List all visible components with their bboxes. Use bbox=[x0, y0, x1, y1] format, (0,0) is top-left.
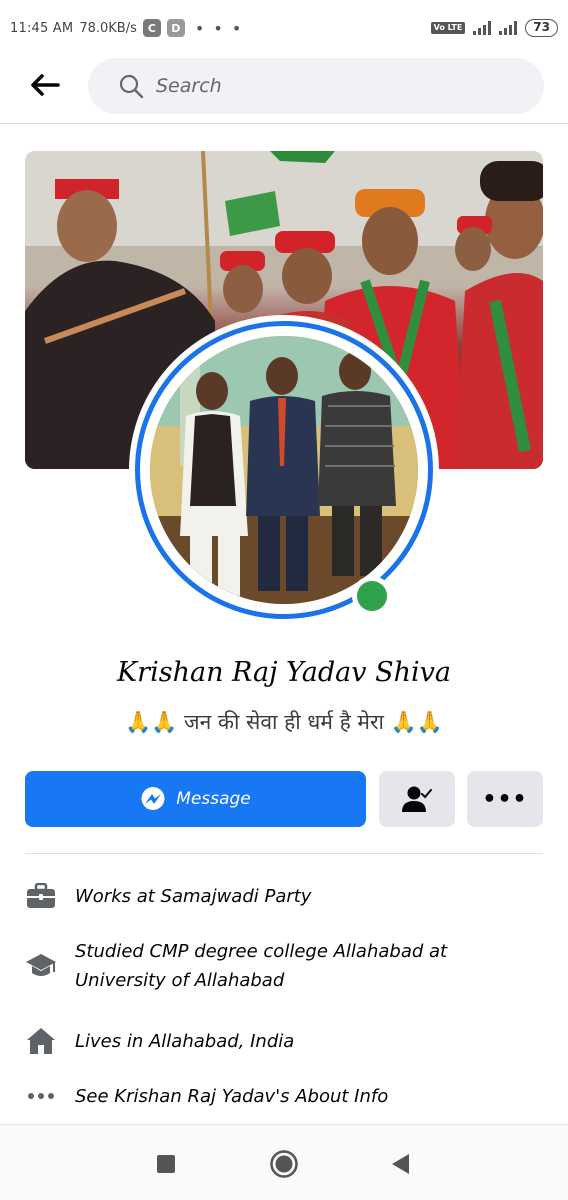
avatar bbox=[150, 336, 418, 604]
network-speed: 78.0KB/s bbox=[79, 20, 137, 36]
work-text: Works at Samajwadi Party bbox=[75, 885, 312, 907]
pray-emoji-right: 🙏🙏 bbox=[390, 710, 443, 734]
message-button-label: Message bbox=[176, 789, 251, 809]
system-navigation-bar bbox=[0, 1124, 568, 1200]
about-link-text: See Krishan Raj Yadav's About Info bbox=[75, 1085, 389, 1107]
friends-button[interactable] bbox=[379, 771, 455, 827]
search-input[interactable]: Search bbox=[88, 58, 544, 114]
pray-emoji-left: 🙏🙏 bbox=[125, 710, 178, 734]
status-bar: 11:45 AM 78.0KB/s C D • • • Vo LTE 73 bbox=[0, 0, 568, 56]
signal-icon bbox=[473, 21, 492, 35]
triangle-back-icon bbox=[392, 1154, 409, 1174]
volte-icon: Vo LTE bbox=[430, 22, 466, 34]
lives-text: Lives in Allahabad, India bbox=[75, 1030, 295, 1052]
message-button[interactable]: Message bbox=[25, 771, 366, 827]
info-about-link[interactable]: See Krishan Raj Yadav's About Info bbox=[25, 1080, 543, 1112]
more-notifications-icon: • • • bbox=[194, 18, 244, 38]
recents-button[interactable] bbox=[149, 1147, 183, 1181]
circle-icon bbox=[270, 1150, 298, 1178]
more-dots-icon bbox=[25, 1080, 57, 1112]
profile-name: Krishan Raj Yadav Shiva bbox=[117, 657, 451, 688]
app-notification-icon: C bbox=[142, 19, 161, 37]
back-nav-button[interactable] bbox=[383, 1147, 417, 1181]
bio-text: जन की सेवा ही धर्म है मेरा bbox=[184, 710, 384, 734]
story-ring bbox=[135, 321, 433, 619]
briefcase-icon bbox=[25, 880, 57, 912]
info-education[interactable]: Studied CMP degree college Allahabad at … bbox=[25, 937, 543, 995]
signal-icon-2 bbox=[499, 21, 518, 35]
graduation-cap-icon bbox=[25, 950, 57, 982]
profile-picture[interactable] bbox=[129, 315, 439, 625]
search-icon bbox=[119, 74, 144, 99]
square-icon bbox=[157, 1155, 175, 1173]
more-options-button[interactable]: ••• bbox=[467, 771, 543, 827]
back-button[interactable] bbox=[24, 70, 66, 100]
status-time: 11:45 AM bbox=[10, 20, 74, 36]
messenger-icon bbox=[141, 787, 165, 810]
avatar-image bbox=[150, 336, 418, 604]
info-lives[interactable]: Lives in Allahabad, India bbox=[25, 1025, 543, 1057]
home-button[interactable] bbox=[267, 1147, 301, 1181]
search-placeholder: Search bbox=[156, 75, 222, 97]
battery-level: 73 bbox=[525, 19, 558, 37]
friend-check-icon bbox=[402, 786, 432, 812]
app-notification-icon-2: D bbox=[166, 19, 185, 37]
top-header: Search bbox=[0, 56, 568, 124]
arrow-left-icon bbox=[31, 74, 60, 96]
online-status-indicator bbox=[352, 576, 392, 616]
education-text: Studied CMP degree college Allahabad at … bbox=[75, 941, 448, 991]
profile-bio: 🙏🙏 जन की सेवा ही धर्म है मेरा 🙏🙏 bbox=[0, 708, 568, 736]
section-divider bbox=[25, 853, 543, 854]
home-icon bbox=[25, 1025, 57, 1057]
info-work[interactable]: Works at Samajwadi Party bbox=[25, 880, 543, 912]
